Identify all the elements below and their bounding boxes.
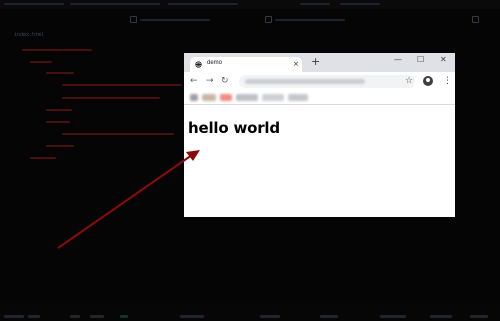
arrow-shaft — [57, 154, 193, 249]
annotation-arrow — [57, 150, 200, 249]
arrow-head — [186, 150, 200, 161]
